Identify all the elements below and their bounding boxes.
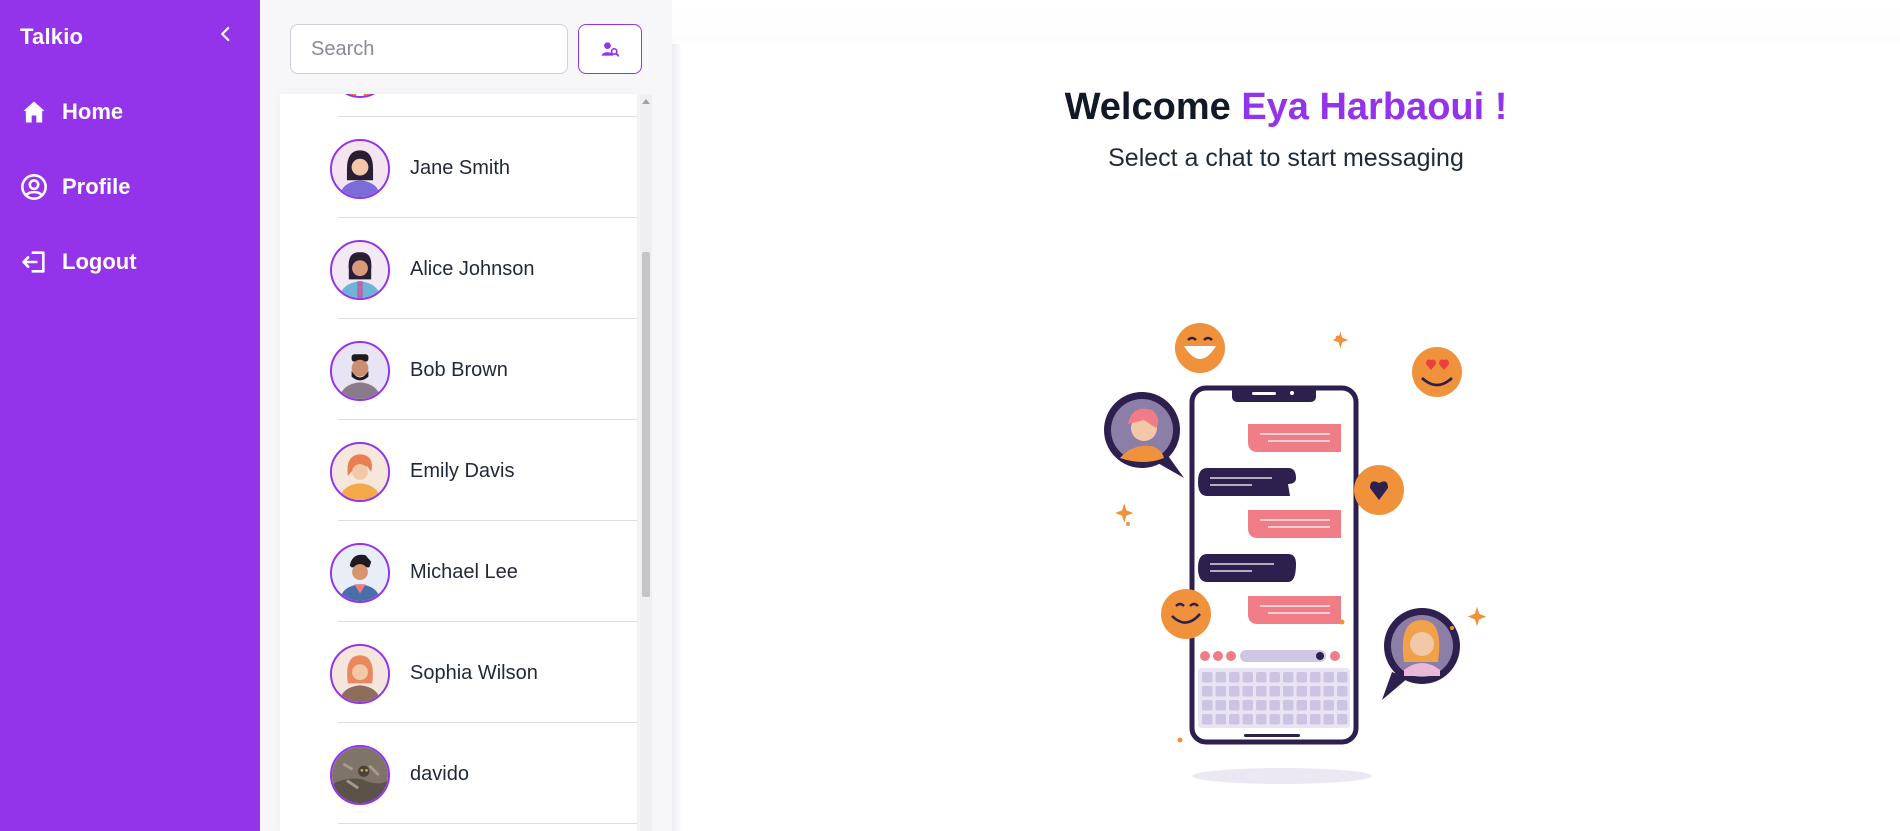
keyboard-key [1283, 686, 1294, 697]
nav-item-profile[interactable]: Profile [20, 167, 130, 207]
sidebar-nav: Talkio Home Profile Logout [0, 0, 260, 831]
welcome-user-name: Eya Harbaoui ! [1241, 86, 1508, 128]
welcome-subtitle: Select a chat to start messaging [1108, 144, 1464, 172]
contact-name: Sophia Wilson [410, 662, 538, 684]
keyboard-key [1215, 700, 1226, 711]
keyboard-key [1256, 672, 1267, 683]
search-user-button[interactable] [578, 24, 642, 74]
keyboard-key [1310, 672, 1321, 683]
contacts-panel: Jane Smith Alice Johnson Bob Brown Emily… [260, 0, 672, 831]
keyboard-key [1283, 672, 1294, 683]
nav-item-home[interactable]: Home [20, 92, 123, 132]
keyboard-key [1337, 686, 1348, 697]
keyboard-key [1323, 700, 1334, 711]
chat-area: Welcome Eya Harbaoui ! Select a chat to … [672, 0, 1900, 831]
contact-list-scrollbar[interactable] [640, 94, 652, 831]
list-item[interactable]: Sophia Wilson [280, 622, 637, 723]
list-item[interactable] [280, 94, 637, 117]
avatar [330, 139, 390, 199]
search-input[interactable] [290, 24, 568, 74]
avatar [330, 543, 390, 603]
keyboard-key [1269, 714, 1280, 725]
keyboard-key [1296, 714, 1307, 725]
scrollbar-thumb[interactable] [642, 252, 650, 597]
app-logo: Talkio [20, 24, 84, 49]
keyboard-key [1323, 686, 1334, 697]
keyboard-key [1310, 700, 1321, 711]
keyboard-key [1202, 672, 1213, 683]
contact-name: davido [410, 763, 469, 785]
keyboard-key [1202, 714, 1213, 725]
keyboard-key [1296, 672, 1307, 683]
keyboard-key [1215, 714, 1226, 725]
home-icon [23, 101, 45, 123]
keyboard-key [1242, 686, 1253, 697]
divider [338, 823, 637, 824]
keyboard-key [1323, 714, 1334, 725]
keyboard-key [1242, 672, 1253, 683]
contact-name: Michael Lee [410, 561, 518, 583]
nav-item-label: Home [62, 99, 124, 124]
avatar [330, 94, 390, 98]
keyboard-key [1337, 700, 1348, 711]
keyboard-key [1202, 700, 1213, 711]
keyboard-key [1269, 686, 1280, 697]
logout-icon [22, 251, 45, 273]
avatar [330, 745, 390, 805]
keyboard-key [1229, 700, 1240, 711]
list-item[interactable]: Michael Lee [280, 521, 637, 622]
user-search-icon [601, 42, 620, 57]
list-item[interactable]: davido [280, 723, 637, 824]
keyboard-key [1337, 714, 1348, 725]
chat-header-bar [672, 0, 1900, 44]
scroll-up-icon[interactable] [642, 98, 650, 104]
keyboard-key [1256, 700, 1267, 711]
list-item[interactable]: Bob Brown [280, 319, 637, 420]
list-item[interactable]: Emily Davis [280, 420, 637, 521]
keyboard-key [1310, 686, 1321, 697]
keyboard-key [1229, 672, 1240, 683]
keyboard-key [1256, 686, 1267, 697]
user-circle-icon [21, 174, 47, 200]
keyboard-key [1202, 686, 1213, 697]
nav-item-logout[interactable]: Logout [20, 242, 137, 282]
avatar [330, 341, 390, 401]
keyboard-key [1242, 714, 1253, 725]
contact-name: Emily Davis [410, 460, 515, 482]
keyboard-key [1337, 672, 1348, 683]
contact-name: Alice Johnson [410, 258, 535, 280]
keyboard-key [1296, 700, 1307, 711]
avatar [330, 240, 390, 300]
nav-item-label: Logout [62, 249, 137, 274]
keyboard-key [1269, 700, 1280, 711]
list-item[interactable]: Alice Johnson [280, 218, 637, 319]
keyboard-key [1323, 672, 1334, 683]
welcome-prefix: Welcome [1064, 86, 1242, 128]
keyboard-key [1229, 714, 1240, 725]
chevron-left-icon [221, 26, 230, 42]
list-item[interactable]: Jane Smith [280, 117, 637, 218]
contact-list[interactable]: Jane Smith Alice Johnson Bob Brown Emily… [280, 94, 637, 831]
keyboard-key [1215, 672, 1226, 683]
collapse-sidebar-button[interactable] [212, 20, 240, 48]
welcome-title: Welcome Eya Harbaoui ! [672, 86, 1900, 129]
contact-name: Bob Brown [410, 359, 508, 381]
avatar [330, 442, 390, 502]
keyboard-key [1283, 700, 1294, 711]
keyboard-key [1242, 700, 1253, 711]
contact-name: Jane Smith [410, 157, 511, 179]
keyboard-key [1229, 686, 1240, 697]
keyboard-key [1310, 714, 1321, 725]
keyboard-key [1215, 686, 1226, 697]
keyboard-key [1283, 714, 1294, 725]
avatar [330, 644, 390, 704]
keyboard-key [1269, 672, 1280, 683]
nav-item-label: Profile [62, 174, 131, 199]
chat-phone-illustration [1104, 323, 1487, 784]
keyboard-key [1296, 686, 1307, 697]
keyboard-key [1256, 714, 1267, 725]
